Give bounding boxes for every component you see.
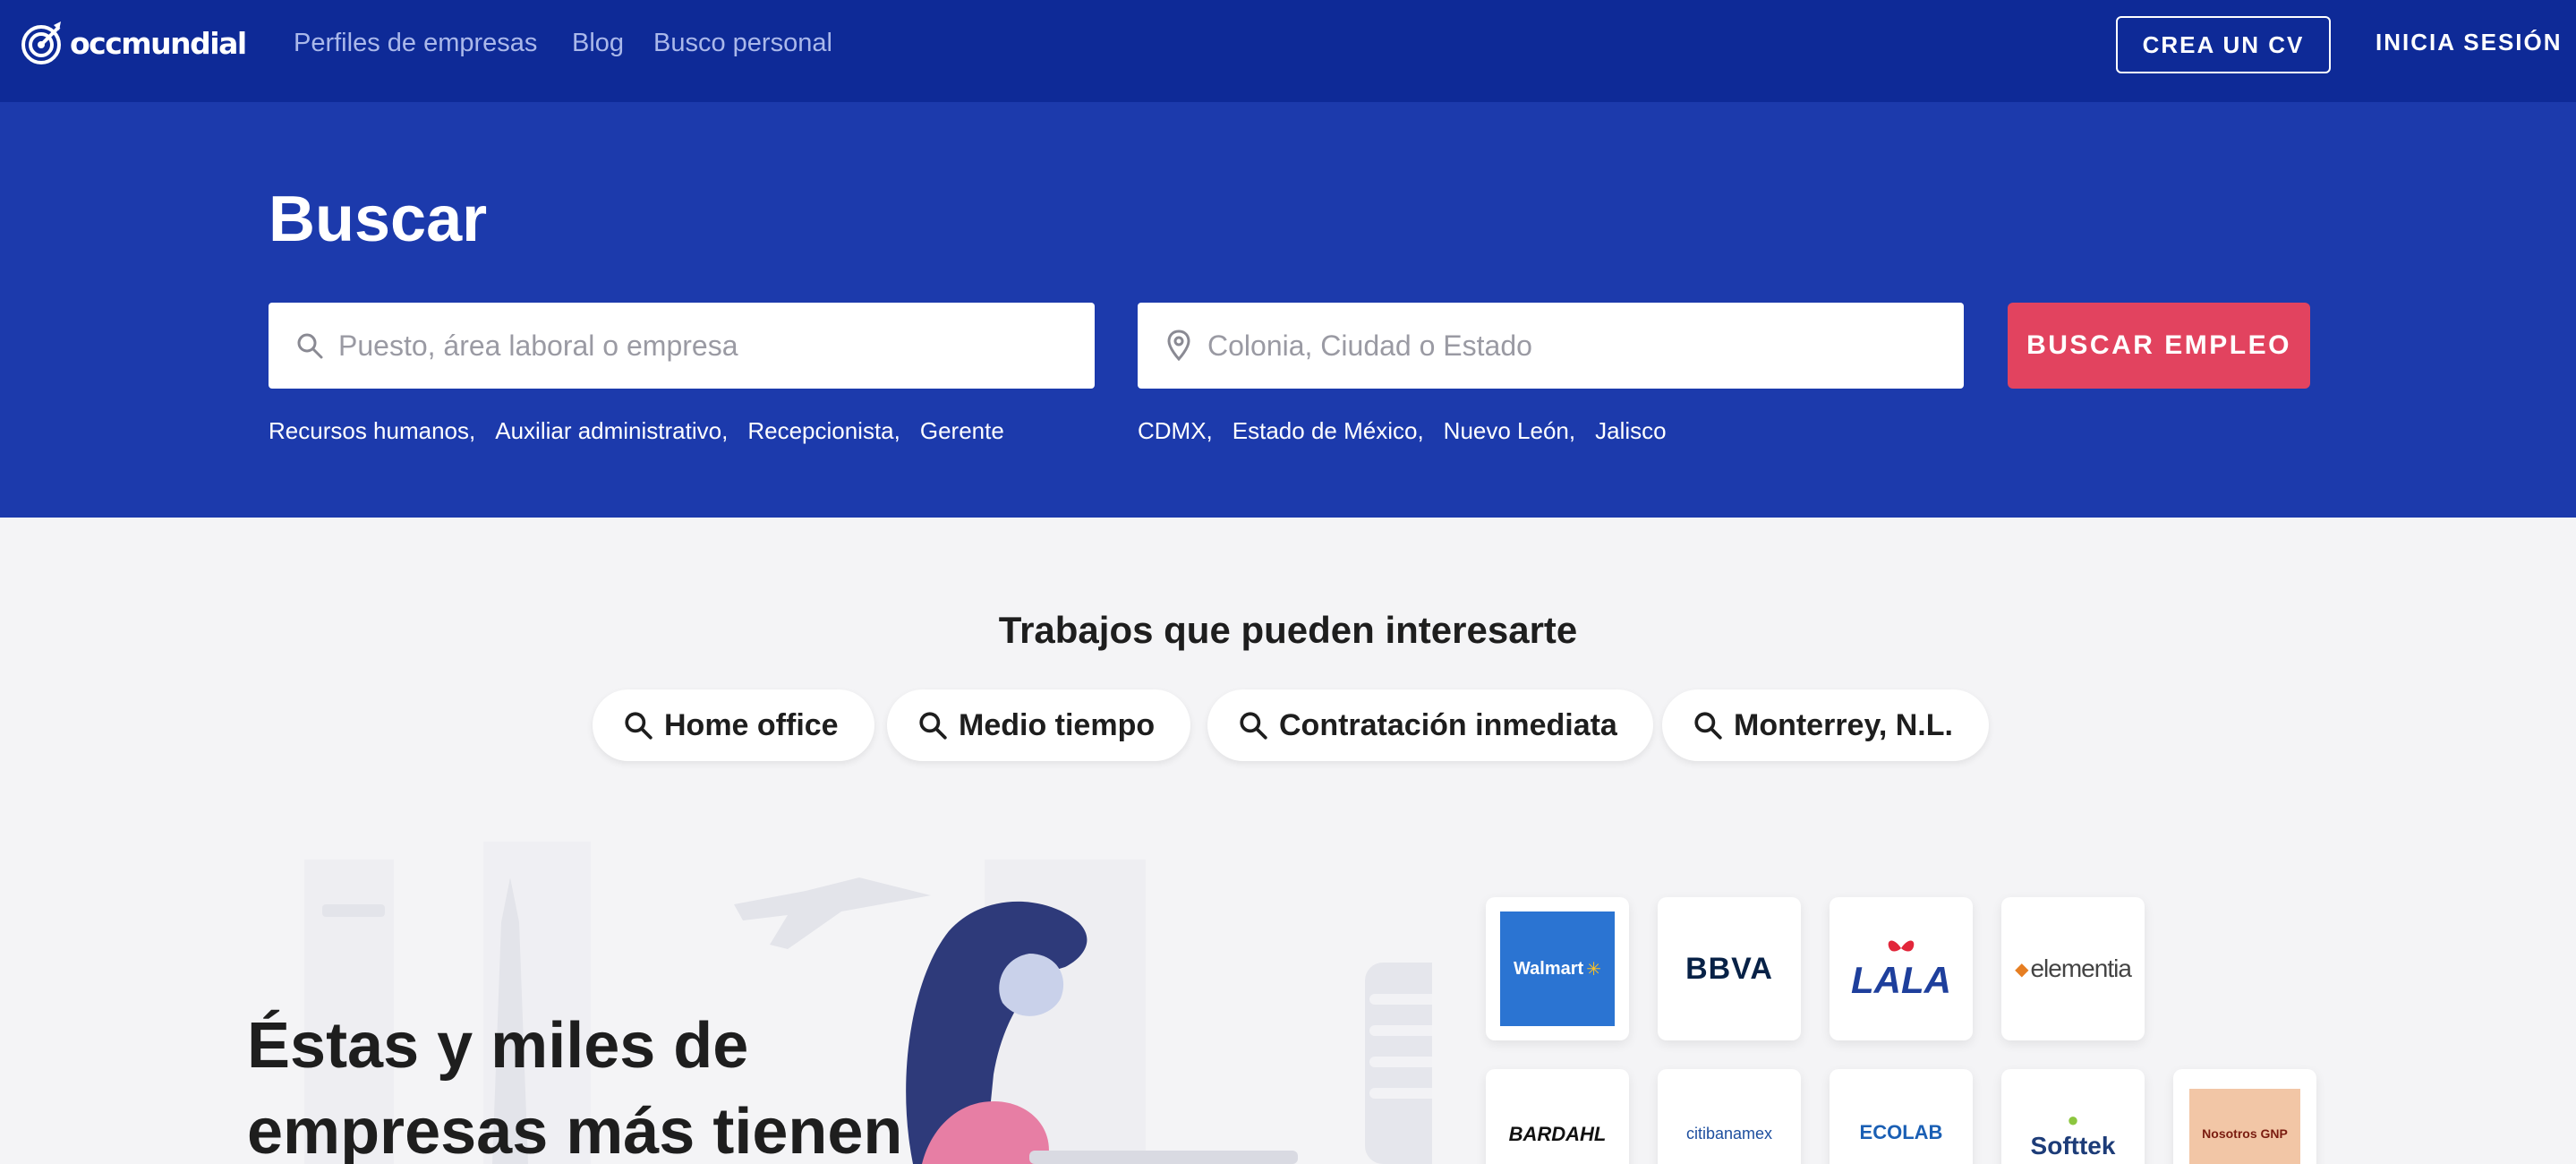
diamond-icon: ◆ — [2015, 959, 2029, 980]
company-logo-bardahl[interactable]: BARDAHL — [1486, 1069, 1629, 1164]
company-logo-ecolab[interactable]: ECOLAB — [1830, 1069, 1973, 1164]
nav-link-busco-personal[interactable]: Busco personal — [653, 29, 832, 58]
companies-heading-line: empresas más tienen — [247, 1096, 903, 1164]
logo-text: BARDAHL — [1508, 1123, 1607, 1145]
interests-title: Trabajos que pueden interesarte — [998, 609, 1578, 651]
search-icon — [294, 330, 326, 362]
target-icon — [20, 20, 66, 66]
logo-text: ECOLAB — [1859, 1121, 1943, 1143]
logo-text: Walmart — [1514, 958, 1584, 979]
chip-label: Home office — [664, 707, 839, 742]
location-search-field[interactable] — [1138, 303, 1964, 389]
nav-link-blog[interactable]: Blog — [572, 29, 624, 58]
company-logo-elementia[interactable]: ◆ elementia — [2001, 897, 2145, 1040]
chip-label: Contratación inmediata — [1279, 707, 1617, 742]
company-logo-softtek[interactable]: ● Softtek — [2001, 1069, 2145, 1164]
chip-contratacion-inmediata[interactable]: Contratación inmediata — [1207, 689, 1653, 761]
chip-label: Monterrey, N.L. — [1734, 707, 1953, 742]
spark-icon: ✳ — [1586, 959, 1601, 980]
company-logo-walmart[interactable]: Walmart ✳ — [1486, 897, 1629, 1040]
location-suggestion-link[interactable]: Estado de México, — [1233, 417, 1424, 445]
job-search-field[interactable] — [269, 303, 1095, 389]
search-icon — [1240, 712, 1267, 740]
company-logo-citibanamex[interactable]: citibanamex — [1658, 1069, 1801, 1164]
job-suggestion-link[interactable]: Gerente — [920, 417, 1004, 445]
chip-label: Medio tiempo — [959, 707, 1156, 742]
location-suggestion-link[interactable]: Jalisco — [1595, 417, 1666, 445]
search-hero: Buscar BUSCAR EMPLEO Recursos humanos, A… — [0, 102, 2576, 518]
location-pin-icon — [1163, 330, 1195, 362]
logo-text: Softtek — [2030, 1132, 2116, 1160]
company-logo-gnp[interactable]: Nosotros GNP — [2173, 1069, 2316, 1164]
logo-text: BBVA — [1685, 951, 1773, 986]
nav-link-perfiles-empresas[interactable]: Perfiles de empresas — [294, 29, 537, 58]
logo-text: Nosotros GNP — [2202, 1126, 2288, 1141]
company-logo-lala[interactable]: LALA — [1830, 897, 1973, 1040]
location-suggestion-link[interactable]: Nuevo León, — [1444, 417, 1575, 445]
butterfly-icon — [1888, 940, 1915, 952]
logo-text: LALA — [1851, 959, 1951, 1001]
companies-heading: Éstas y miles de empresas más tienen — [247, 1003, 902, 1164]
job-suggestion-link[interactable]: Recepcionista, — [747, 417, 900, 445]
create-cv-button[interactable]: CREA UN CV — [2116, 16, 2331, 73]
job-search-input[interactable] — [338, 329, 1036, 363]
logo-text: occmundial — [70, 25, 247, 61]
company-logo-bbva[interactable]: BBVA — [1658, 897, 1801, 1040]
location-search-input[interactable] — [1207, 329, 1906, 363]
chip-home-office[interactable]: Home office — [593, 689, 874, 761]
search-icon — [919, 712, 947, 740]
top-navbar: occmundial Perfiles de empresas Blog Bus… — [0, 0, 2576, 102]
location-suggestion-link[interactable]: CDMX, — [1138, 417, 1213, 445]
login-link[interactable]: INICIA SESIÓN — [2376, 29, 2563, 56]
search-icon — [625, 712, 653, 740]
job-suggestions: Recursos humanos, Auxiliar administrativ… — [269, 417, 1024, 445]
page-title: Buscar — [269, 184, 488, 255]
companies-heading-line: Éstas y miles de — [247, 1010, 749, 1082]
job-suggestion-link[interactable]: Recursos humanos, — [269, 417, 475, 445]
globe-icon: ● — [2067, 1108, 2079, 1131]
search-jobs-button[interactable]: BUSCAR EMPLEO — [2008, 303, 2310, 389]
logo-text: elementia — [2030, 954, 2131, 982]
occmundial-logo[interactable]: occmundial — [20, 18, 247, 68]
chip-monterrey[interactable]: Monterrey, N.L. — [1662, 689, 1989, 761]
job-suggestion-link[interactable]: Auxiliar administrativo, — [495, 417, 728, 445]
search-icon — [1694, 712, 1722, 740]
chip-medio-tiempo[interactable]: Medio tiempo — [887, 689, 1191, 761]
location-suggestions: CDMX, Estado de México, Nuevo León, Jali… — [1138, 417, 1686, 445]
logo-text: citibanamex — [1685, 1125, 1773, 1143]
